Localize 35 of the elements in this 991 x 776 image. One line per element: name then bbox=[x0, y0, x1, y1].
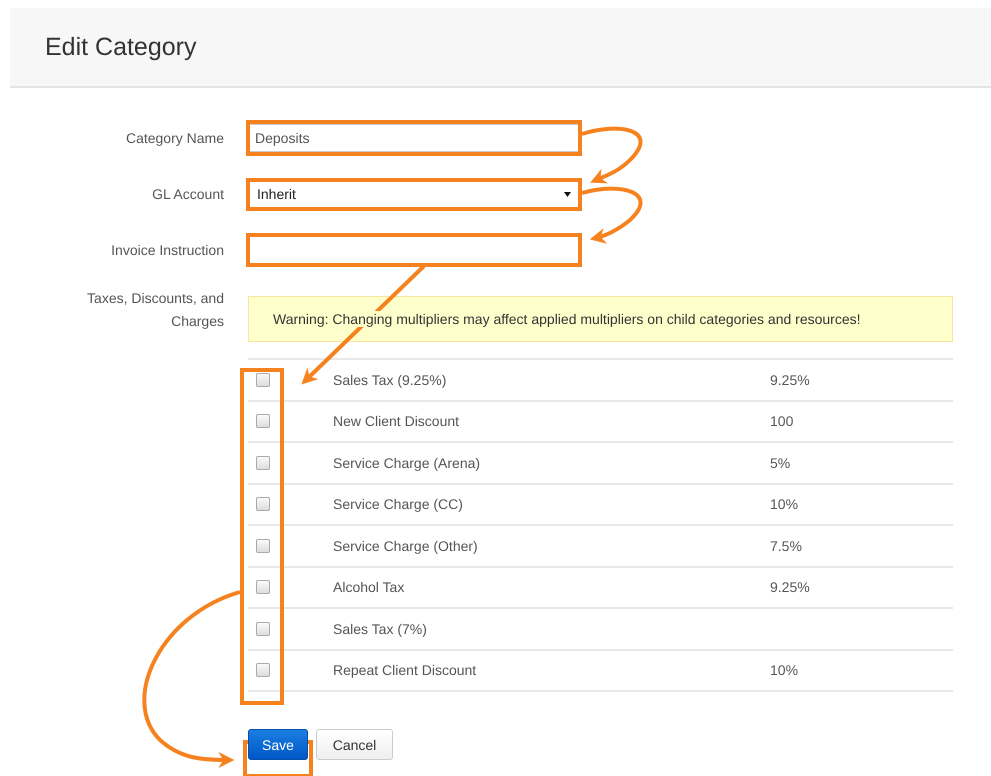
table-cell: New Client Discount bbox=[333, 413, 460, 430]
cancel-button[interactable]: Cancel bbox=[316, 729, 393, 760]
table-cell: 7.5% bbox=[770, 538, 802, 554]
table-cell: Alcohol Tax bbox=[333, 579, 404, 596]
field-label: Category Name bbox=[124, 130, 224, 146]
input-field[interactable]: Deposits bbox=[248, 124, 580, 152]
checkbox[interactable] bbox=[256, 372, 270, 387]
field-label: Taxes, Discounts, and Charges bbox=[86, 289, 224, 331]
table-cell: 10% bbox=[770, 496, 798, 512]
field-label: GL Account bbox=[151, 186, 224, 202]
annotation-arrow bbox=[581, 126, 642, 184]
checkbox[interactable] bbox=[256, 663, 270, 678]
table-cell: Repeat Client Discount bbox=[333, 662, 476, 678]
checkbox[interactable] bbox=[256, 497, 270, 512]
table-cell: Service Charge (CC) bbox=[333, 496, 463, 512]
checkbox[interactable] bbox=[256, 622, 270, 636]
checkbox[interactable] bbox=[256, 580, 270, 594]
table-cell: Service Charge (Other) bbox=[333, 538, 478, 554]
annotation-arrow bbox=[582, 186, 642, 244]
caret-icon bbox=[564, 192, 571, 196]
table-cell: Sales Tax (9.25%) bbox=[333, 372, 446, 388]
table-cell: Sales Tax (7%) bbox=[333, 620, 427, 637]
table-cell: 9.25% bbox=[770, 579, 810, 596]
checkbox[interactable] bbox=[256, 538, 270, 553]
checkbox[interactable] bbox=[256, 414, 270, 428]
table-cell: 9.25% bbox=[770, 372, 810, 388]
checkbox[interactable] bbox=[256, 456, 270, 470]
save-button[interactable]: Save bbox=[248, 729, 308, 760]
field-label: Invoice Instruction bbox=[110, 242, 224, 258]
annotation-frame bbox=[243, 740, 313, 776]
table-cell: 10% bbox=[770, 662, 798, 678]
table-cell: 5% bbox=[770, 454, 790, 471]
page-title: Edit Category bbox=[45, 32, 196, 62]
table-cell: 100 bbox=[770, 413, 794, 430]
table-cell: Service Charge (Arena) bbox=[333, 454, 480, 471]
